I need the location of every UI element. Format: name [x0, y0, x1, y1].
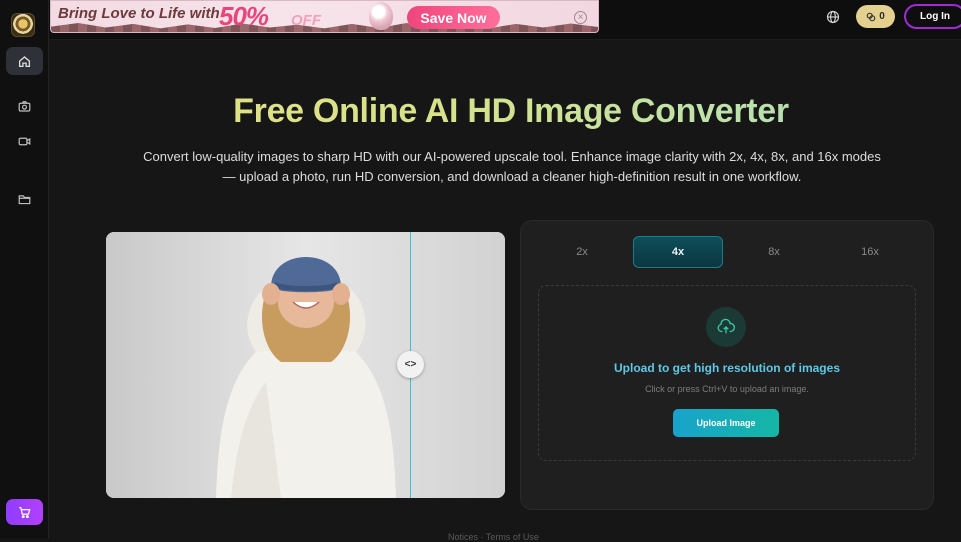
sidebar [0, 0, 49, 538]
video-icon [18, 137, 31, 145]
upload-image-button[interactable]: Upload Image [673, 409, 779, 437]
app-logo-icon[interactable] [11, 13, 35, 37]
cart-icon [19, 506, 31, 518]
comparison-image [106, 232, 505, 498]
banner-text: Bring Love to Life with [58, 5, 220, 22]
sample-photo [106, 232, 505, 498]
tab-2x[interactable]: 2x [537, 236, 627, 268]
banner-off-label: OFF [291, 12, 321, 29]
sidebar-item-camera[interactable] [6, 92, 43, 120]
sidebar-item-folder[interactable] [6, 185, 43, 213]
close-icon[interactable]: × [574, 11, 587, 24]
credits-badge[interactable]: 0 [856, 5, 895, 28]
tab-4x[interactable]: 4x [633, 236, 723, 268]
page-subtitle: Convert low-quality images to sharp HD w… [143, 149, 881, 184]
globe-icon[interactable] [826, 10, 840, 24]
login-button[interactable]: Log In [904, 4, 961, 29]
upload-cloud-icon [706, 307, 746, 347]
save-now-button[interactable]: Save Now [407, 6, 500, 29]
upload-hint: Click or press Ctrl+V to upload an image… [645, 384, 809, 394]
banner-discount: 50% [219, 1, 269, 31]
tab-16x[interactable]: 16x [825, 236, 915, 268]
cart-button[interactable] [6, 499, 43, 525]
tab-8x[interactable]: 8x [729, 236, 819, 268]
folder-icon [18, 194, 31, 204]
comparison-slider-handle[interactable]: <> [397, 351, 424, 378]
banner-decoration [51, 23, 598, 32]
upload-title: Upload to get high resolution of images [613, 361, 840, 375]
coin-icon [866, 12, 876, 21]
promo-banner[interactable]: Bring Love to Life with 50% OFF Save Now… [50, 0, 599, 33]
banner-illustration [369, 2, 393, 30]
credits-count: 0 [879, 11, 885, 22]
home-icon [18, 55, 31, 67]
camera-icon [18, 100, 31, 112]
sidebar-item-video[interactable] [6, 127, 43, 155]
sidebar-item-home[interactable] [6, 47, 43, 75]
page-title: Free Online AI HD Image Converter [49, 92, 961, 131]
footer-links[interactable]: Notices · Terms of Use [448, 532, 539, 542]
